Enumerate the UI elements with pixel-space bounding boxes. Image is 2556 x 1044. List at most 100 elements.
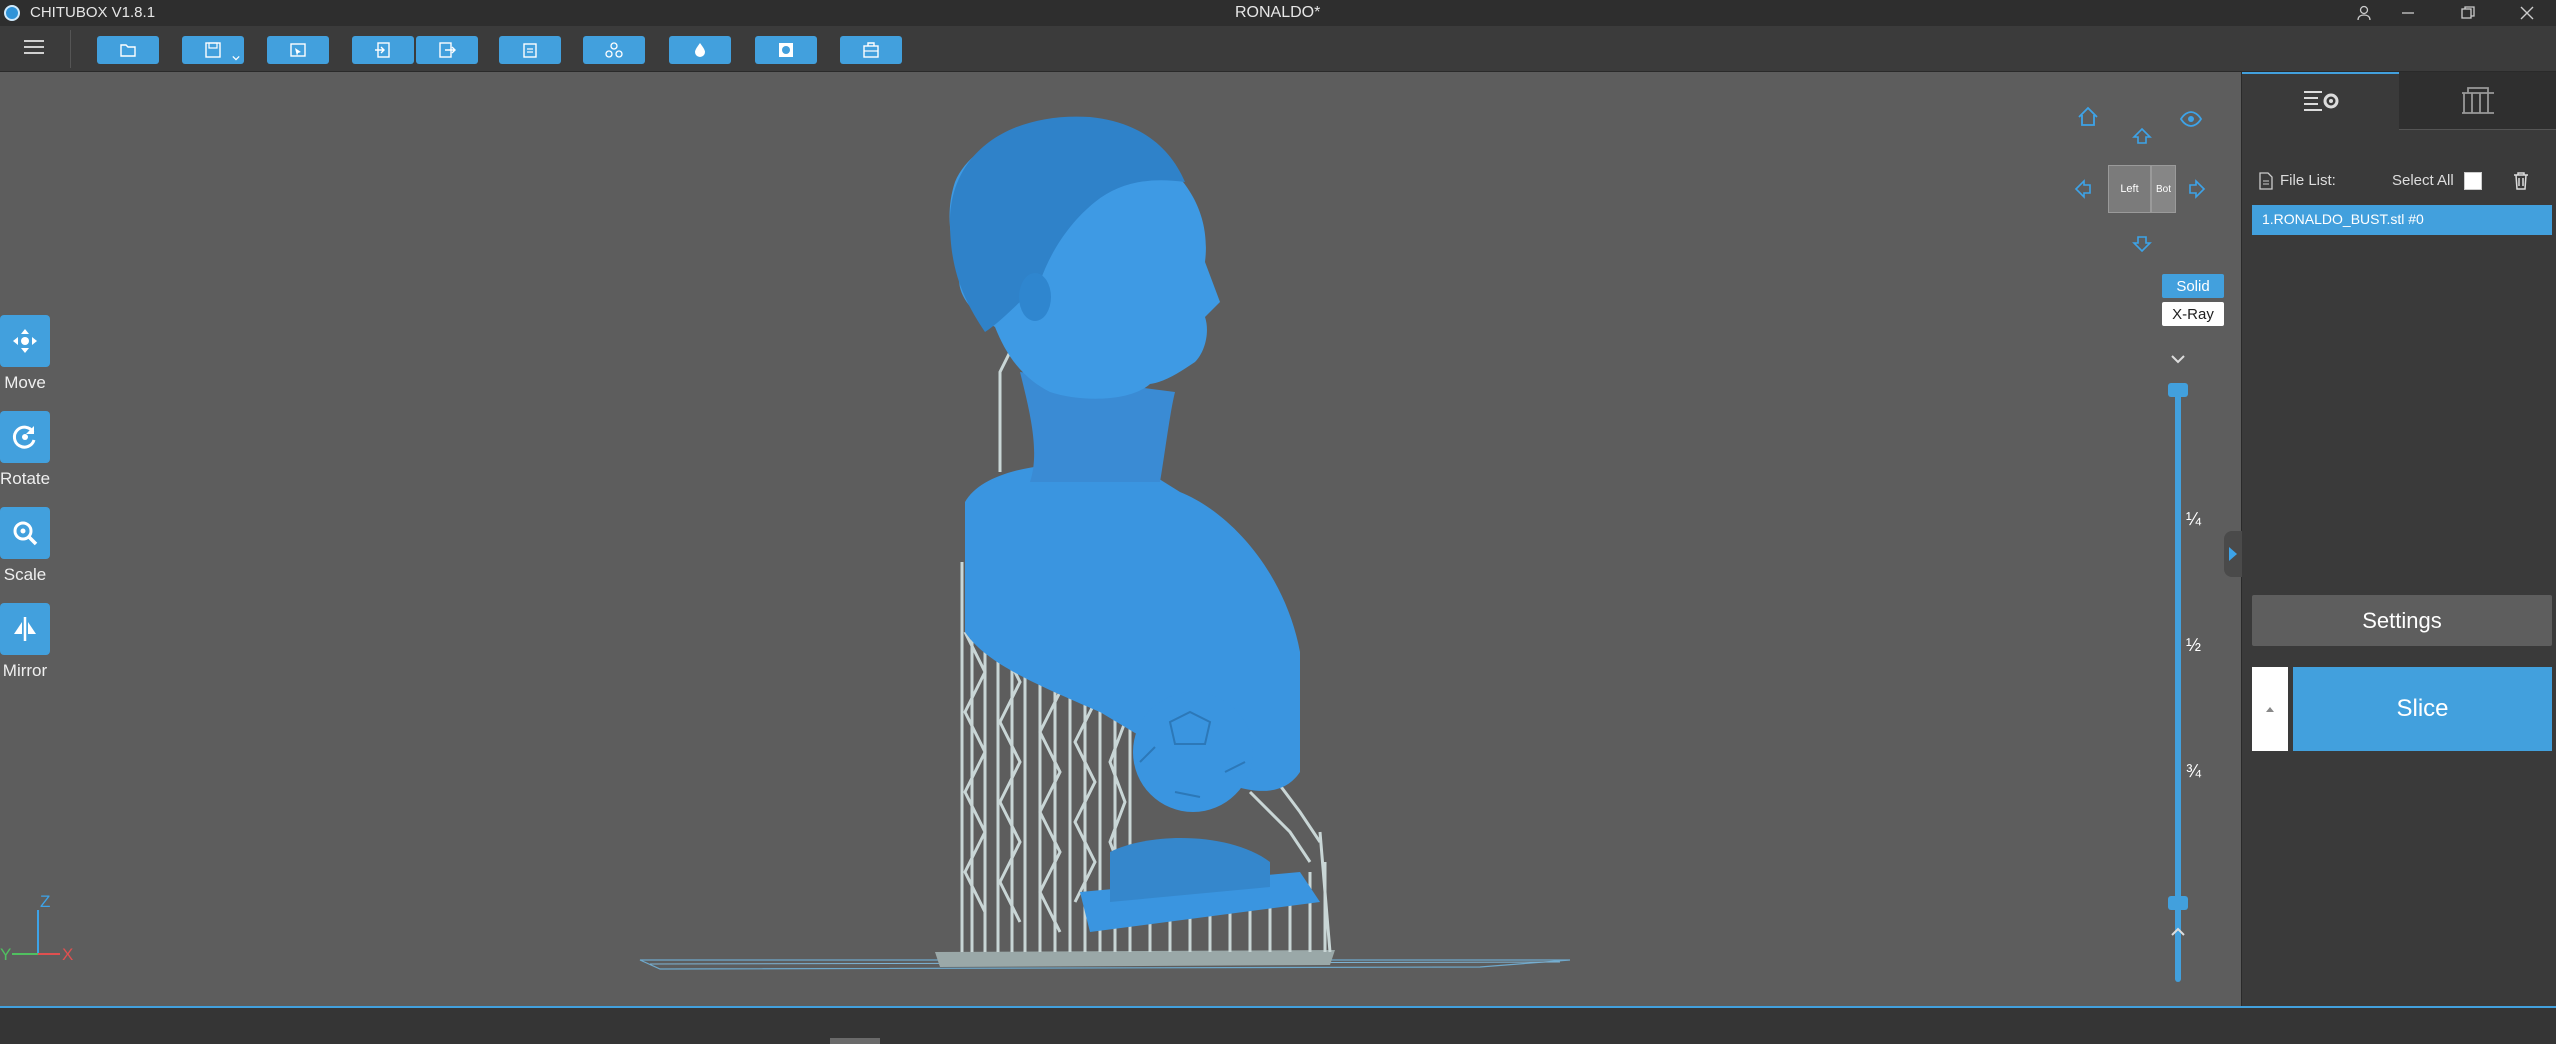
clipboard-icon [523,43,537,58]
view-up-button[interactable] [2129,124,2155,150]
caret-up-icon [2266,707,2274,712]
move-button[interactable] [0,315,50,367]
arrow-right-icon [2189,179,2206,199]
main-toolbar [0,26,2556,72]
restore-button[interactable] [2443,0,2493,26]
layer-slider-track[interactable] [2175,388,2181,982]
export-button[interactable] [416,36,478,64]
view-right-button[interactable] [2183,176,2209,202]
view-cube-right-face[interactable]: Bot [2151,165,2176,213]
axes-indicator: Z X Y [0,892,73,964]
circle-hole-icon [779,43,793,57]
account-button[interactable] [2339,0,2389,26]
mirror-tool[interactable]: Mirror [0,603,50,681]
app-title: CHITUBOX V1.8.1 [30,4,156,21]
axis-y-label: Y [0,945,11,964]
support-raft [935,950,1335,967]
layer-slider-top-handle[interactable] [2168,383,2188,397]
hollow-button[interactable] [669,36,731,64]
export-icon [439,42,456,58]
caret-right-icon [2229,547,2237,561]
panel-toggle-button[interactable] [2224,531,2242,577]
file-list-label: File List: [2280,172,2336,189]
3d-viewport[interactable]: Move Rotate Scale Mirror Left Bot Solid … [0,72,2241,1006]
chevron-down-icon [232,55,240,61]
minimize-icon [2402,12,2414,14]
trash-icon[interactable] [2512,171,2530,191]
select-all-checkbox[interactable] [2464,172,2482,190]
open-file-button[interactable] [97,36,159,64]
repair-button[interactable] [499,36,561,64]
tab-supports[interactable] [2399,72,2556,130]
document-icon [2259,172,2273,190]
supports-pillars-icon [2462,86,2494,114]
solid-mode-button[interactable]: Solid [2162,274,2224,298]
save-button[interactable] [182,36,244,64]
arrange-button[interactable] [583,36,645,64]
visibility-button[interactable] [2178,106,2204,132]
mirror-button[interactable] [0,603,50,655]
axis-x-label: X [62,945,73,964]
move-tool[interactable]: Move [0,315,50,393]
file-list-item[interactable]: 1.RONALDO_BUST.stl #0 [2252,205,2552,235]
axis-z-label: Z [40,892,50,911]
home-view-button[interactable] [2075,104,2101,130]
select-frame-icon [290,43,306,57]
document-title: RONALDO* [1235,4,1321,21]
view-left-button[interactable] [2071,176,2097,202]
close-icon [2520,6,2534,20]
select-button[interactable] [267,36,329,64]
import-icon [375,42,390,58]
menu-button[interactable] [18,36,52,62]
minimize-button[interactable] [2383,0,2433,26]
scale-label: Scale [3,565,47,584]
settings-button[interactable]: Settings [2252,595,2552,646]
arrange-icon [605,42,623,58]
view-down-button[interactable] [2129,230,2155,256]
title-bar: CHITUBOX V1.8.1 RONALDO* [0,0,2556,26]
slice-options-button[interactable] [2252,667,2288,751]
scale-icon [13,521,38,546]
status-scroll-handle[interactable] [830,1038,880,1044]
arrow-up-icon [2132,127,2152,144]
arrow-left-icon [2074,179,2091,199]
toolbar-divider [70,30,71,68]
move-label: Move [4,373,46,392]
home-icon [2078,106,2098,126]
slice-button[interactable]: Slice [2293,667,2552,751]
xray-mode-button[interactable]: X-Ray [2162,302,2224,326]
app-logo-icon [4,5,20,21]
slider-tick-quarter: ¼ [2186,509,2202,529]
rotate-icon [12,425,36,449]
scale-tool[interactable]: Scale [0,507,50,585]
user-icon [2357,5,2371,21]
restore-icon [2461,6,2475,19]
drop-icon [695,43,705,57]
scale-button[interactable] [0,507,50,559]
slider-tick-three-quarter: ¾ [2186,761,2202,781]
slider-expand-icon[interactable] [2168,924,2188,940]
package-icon [863,42,879,58]
import-button[interactable] [352,36,414,64]
tab-model-settings[interactable] [2242,72,2399,130]
view-cube-left-face[interactable]: Left [2108,165,2151,213]
eye-icon [2179,111,2203,127]
view-cube[interactable]: Left Bot [2108,165,2176,213]
move-icon [13,329,37,353]
status-bar [0,1006,2556,1044]
rotate-label: Rotate [0,469,51,488]
select-all-label: Select All [2392,172,2454,189]
rotate-button[interactable] [0,411,50,463]
list-gear-icon [2303,91,2338,111]
right-panel: File List: Select All 1.RONALDO_BUST.stl… [2224,72,2556,1006]
close-button[interactable] [2502,0,2552,26]
arrow-down-icon [2132,236,2152,253]
layer-slider-bottom-handle[interactable] [2168,896,2188,910]
supports-button[interactable] [840,36,902,64]
file-list-header: File List: Select All [2254,169,2549,193]
dig-hole-button[interactable] [755,36,817,64]
mirror-label: Mirror [2,661,48,680]
save-icon [205,42,221,58]
slider-collapse-icon[interactable] [2168,351,2188,367]
rotate-tool[interactable]: Rotate [0,411,50,489]
